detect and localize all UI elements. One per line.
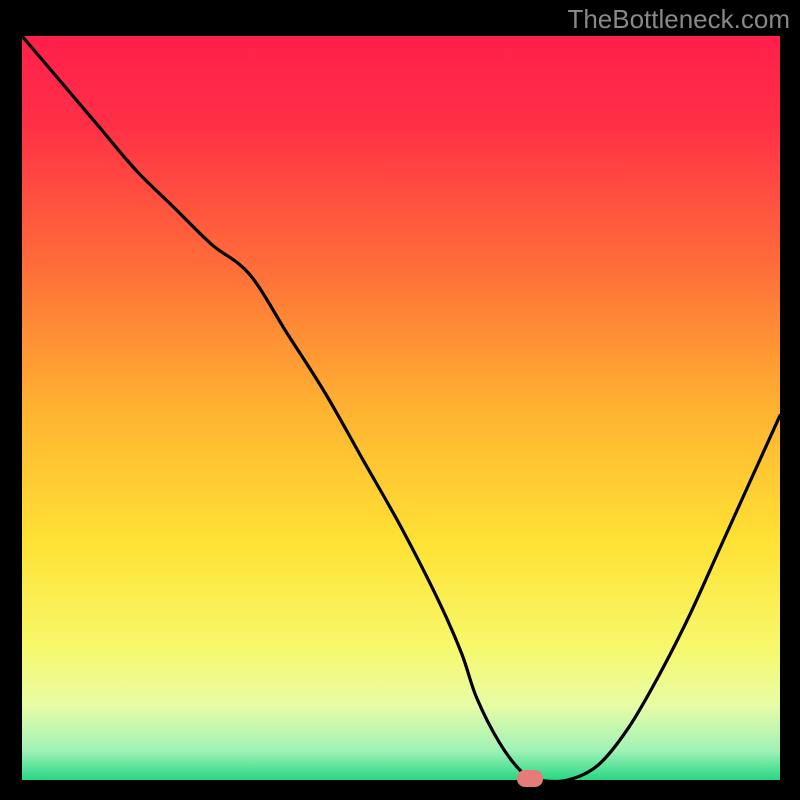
plot-svg	[22, 36, 780, 780]
chart-container: TheBottleneck.com	[0, 0, 800, 800]
plot-area	[22, 36, 780, 780]
gradient-background	[22, 36, 780, 780]
watermark-text: TheBottleneck.com	[567, 4, 790, 35]
target-marker	[517, 770, 543, 787]
